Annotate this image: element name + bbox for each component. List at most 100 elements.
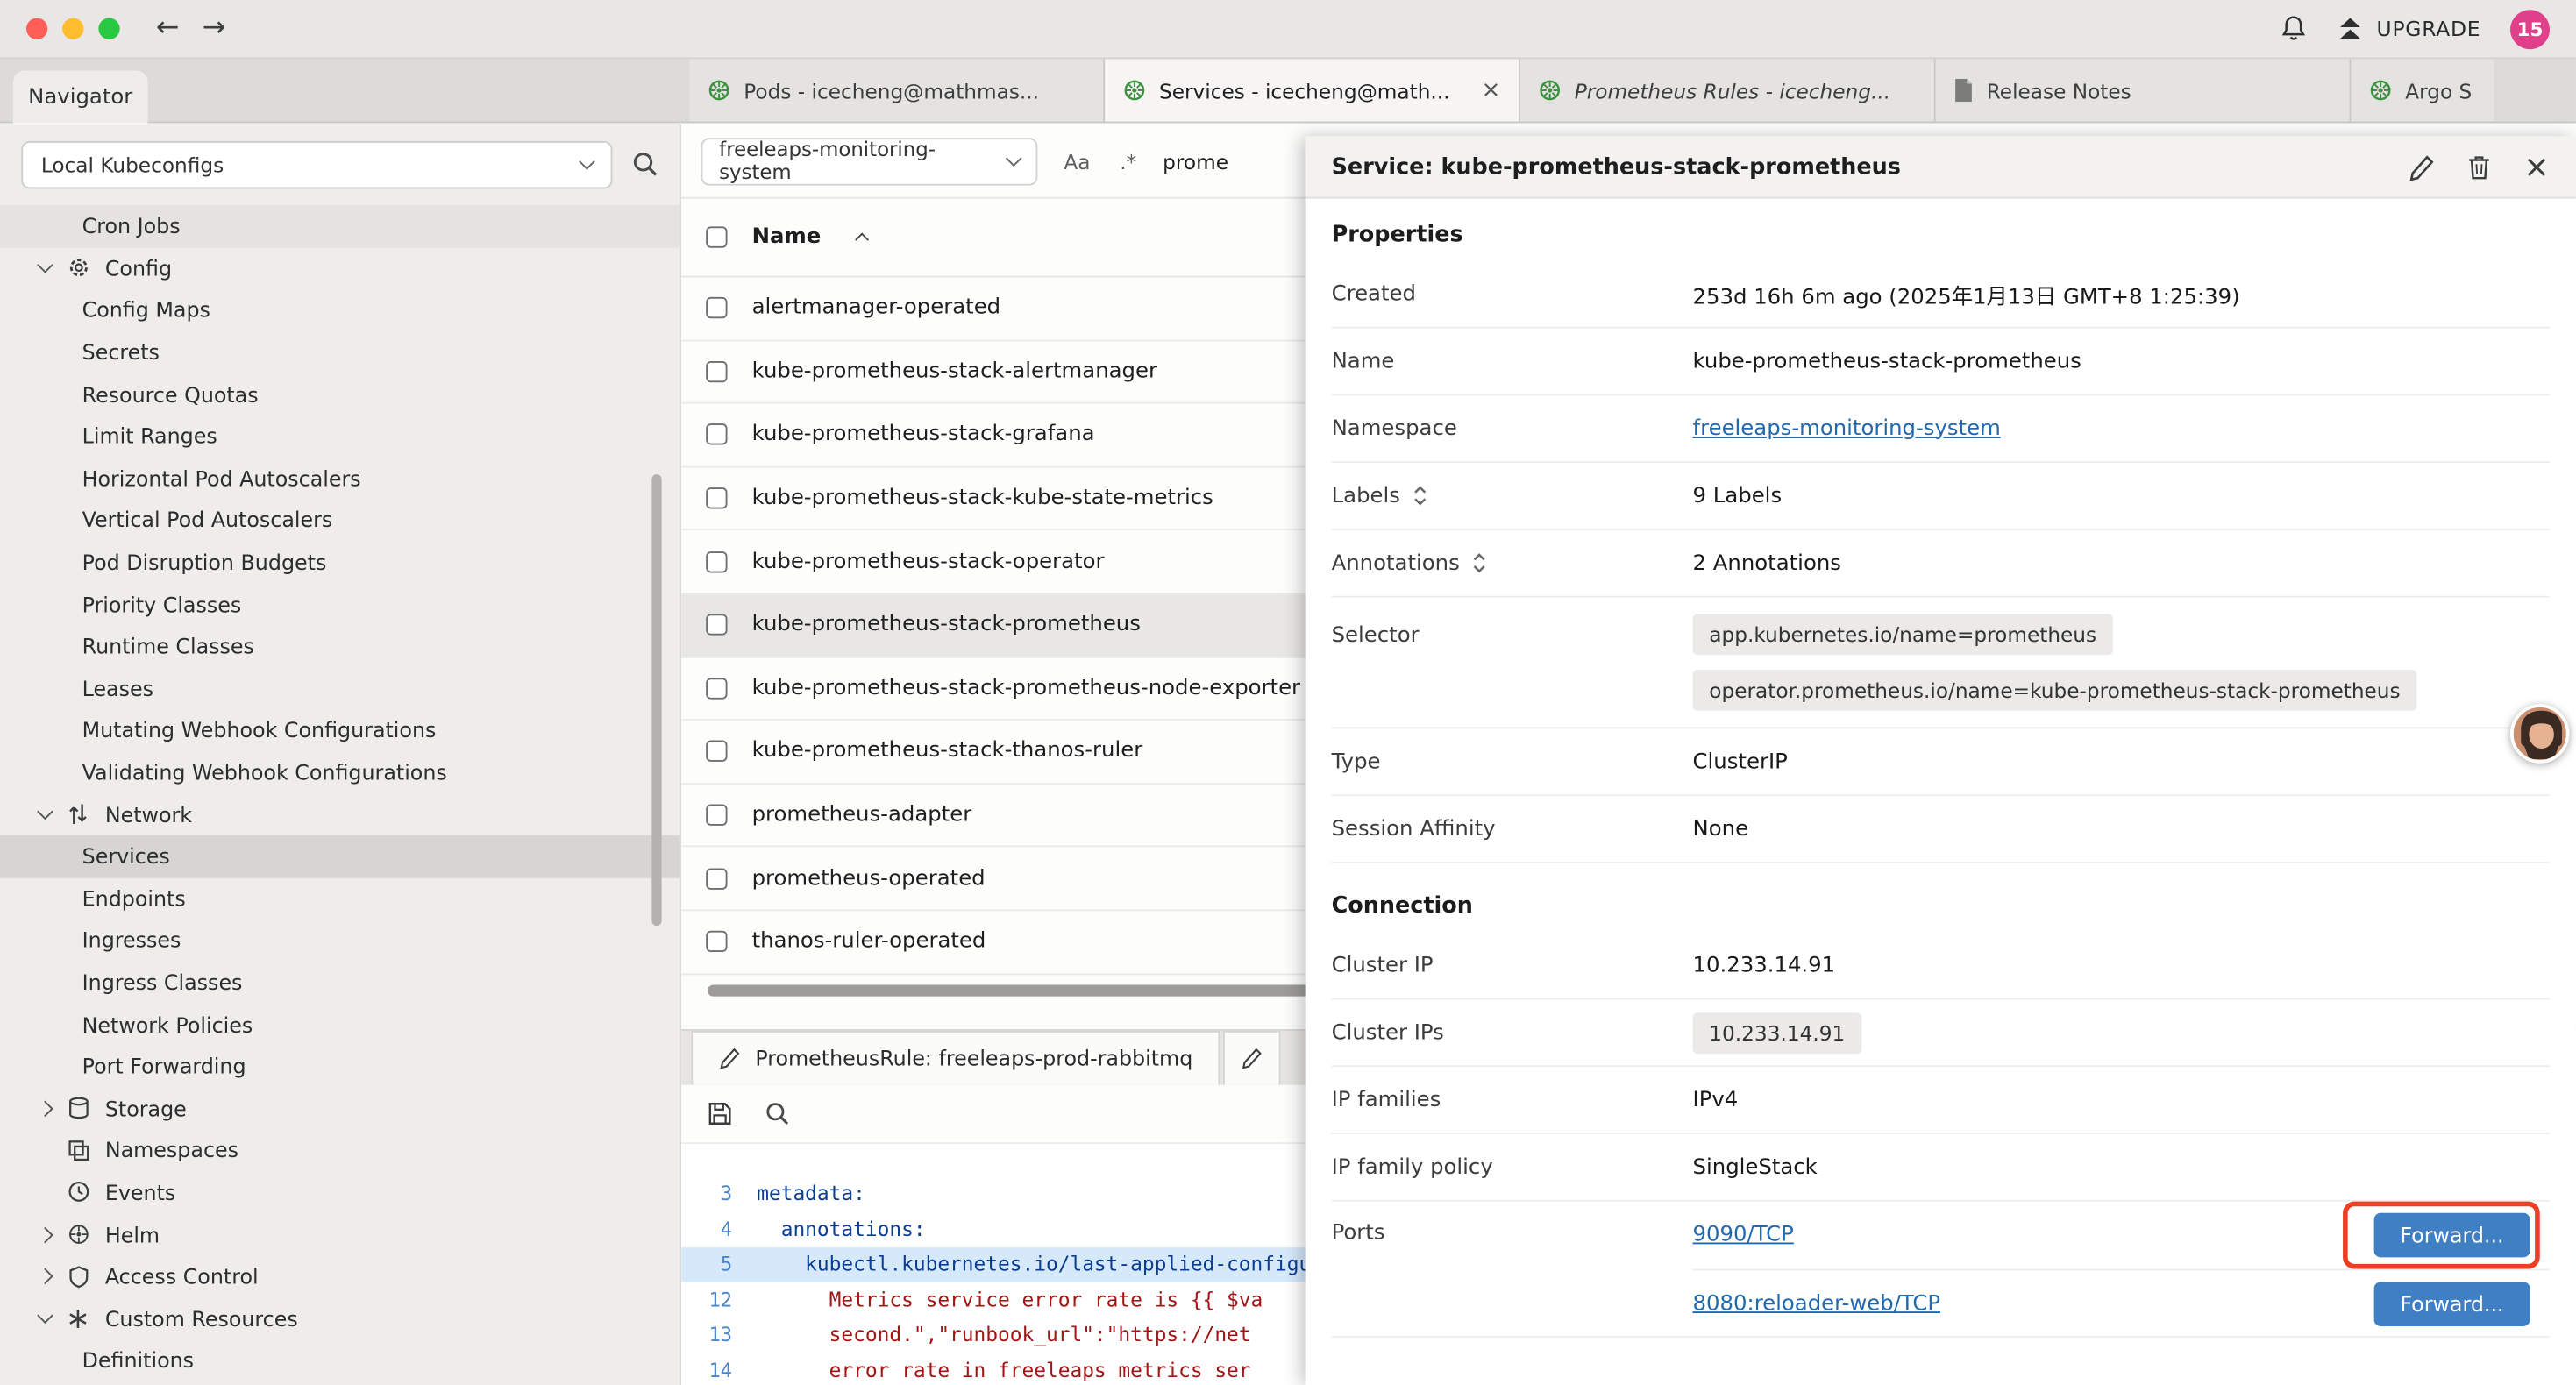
sidebar-item-label: Namespaces [105, 1138, 238, 1162]
tab-prometheus-rules[interactable]: Prometheus Rules - icecheng... [1520, 59, 1936, 121]
sidebar-item-network-policies[interactable]: Network Policies [0, 1004, 680, 1046]
sidebar-item-label: Config Maps [82, 298, 210, 323]
regex-toggle[interactable]: .* [1116, 146, 1139, 177]
sidebar-item-priority-classes[interactable]: Priority Classes [0, 583, 680, 625]
sidebar-item-config-maps[interactable]: Config Maps [0, 289, 680, 331]
sidebar-item-mutating-webhook-configurations[interactable]: Mutating Webhook Configurations [0, 709, 680, 751]
sidebar-item-definitions[interactable]: Definitions [0, 1339, 680, 1381]
sidebar-search-icon[interactable] [632, 151, 658, 177]
namespace-link[interactable]: freeleaps-monitoring-system [1693, 416, 2001, 441]
tab-services[interactable]: Services - icecheng@math... × [1105, 59, 1520, 121]
sidebar-item-events[interactable]: Events [0, 1171, 680, 1213]
sidebar-item-label: Access Control [105, 1264, 259, 1289]
row-value[interactable]: 2 Annotations [1693, 550, 1841, 575]
sidebar-item-horizontal-pod-autoscalers[interactable]: Horizontal Pod Autoscalers [0, 458, 680, 500]
row-value: SingleStack [1693, 1154, 1818, 1179]
row-checkbox[interactable] [706, 741, 727, 762]
tab-pods[interactable]: Pods - icecheng@mathmas... [689, 59, 1105, 121]
user-avatar[interactable] [2510, 704, 2569, 763]
namespace-selector[interactable]: freeleaps-monitoring-system [701, 137, 1038, 184]
upgrade-button[interactable]: UPGRADE [2336, 17, 2481, 41]
close-icon[interactable]: × [2523, 148, 2550, 184]
forward-button[interactable]: Forward... [2373, 1213, 2530, 1258]
sidebar-item-network[interactable]: Network [0, 793, 680, 835]
expand-collapse-icon[interactable] [1471, 551, 1488, 574]
sidebar-item-label: Leases [82, 676, 153, 700]
sidebar-item-ingress-classes[interactable]: Ingress Classes [0, 962, 680, 1004]
match-case-toggle[interactable]: Aa [1061, 146, 1094, 177]
name-column-header[interactable]: Name [752, 225, 822, 250]
helm-icon [64, 1223, 92, 1246]
sidebar-item-access-control[interactable]: Access Control [0, 1255, 680, 1297]
port-link[interactable]: 9090/TCP [1693, 1223, 1794, 1247]
close-tab-icon[interactable]: × [1481, 77, 1500, 103]
document-icon [1953, 79, 1973, 102]
sidebar-item-namespaces[interactable]: Namespaces [0, 1129, 680, 1171]
detail-row-ip-family-policy: IP family policy SingleStack [1332, 1134, 2550, 1202]
navigator-tab[interactable]: Navigator [13, 71, 148, 124]
sidebar-item-resource-quotas[interactable]: Resource Quotas [0, 373, 680, 416]
row-checkbox[interactable] [706, 868, 727, 889]
sidebar-item-pod-disruption-budgets[interactable]: Pod Disruption Budgets [0, 541, 680, 583]
row-value: kube-prometheus-stack-prometheus [1693, 349, 2081, 373]
sidebar-item-validating-webhook-configurations[interactable]: Validating Webhook Configurations [0, 751, 680, 793]
editor-search-icon[interactable] [765, 1101, 790, 1126]
row-checkbox[interactable] [706, 805, 727, 826]
edit-pencil-icon[interactable] [2409, 153, 2435, 180]
sidebar-item-services[interactable]: Services [0, 835, 680, 877]
sidebar-item-vertical-pod-autoscalers[interactable]: Vertical Pod Autoscalers [0, 500, 680, 542]
sidebar-item-port-forwarding[interactable]: Port Forwarding [0, 1046, 680, 1088]
sidebar-item-limit-ranges[interactable]: Limit Ranges [0, 416, 680, 458]
minimize-window-button[interactable] [62, 18, 83, 39]
tab-release-notes[interactable]: Release Notes [1936, 59, 2352, 121]
row-checkbox[interactable] [706, 931, 727, 952]
sidebar-item-storage[interactable]: Storage [0, 1087, 680, 1129]
kubeconfig-selector[interactable]: Local Kubeconfigs [21, 140, 612, 188]
port-link[interactable]: 8080:reloader-web/TCP [1693, 1291, 1941, 1316]
row-label: Cluster IP [1332, 953, 1693, 977]
save-icon[interactable] [708, 1101, 732, 1126]
select-all-checkbox[interactable] [706, 226, 727, 247]
sidebar-scrollbar[interactable] [651, 474, 661, 926]
dock-tab-label: PrometheusRule: freeleaps-prod-rabbitmq [755, 1046, 1192, 1070]
sidebar-item-label: Services [82, 844, 170, 869]
row-checkbox[interactable] [706, 487, 727, 508]
expand-collapse-icon[interactable] [1412, 484, 1428, 507]
search-input[interactable]: prome [1163, 148, 1228, 173]
notification-count-badge[interactable]: 15 [2510, 9, 2550, 48]
dock-tab-partial[interactable] [1224, 1030, 1282, 1084]
row-checkbox[interactable] [706, 551, 727, 572]
sidebar-item-leases[interactable]: Leases [0, 667, 680, 709]
sidebar-item-runtime-classes[interactable]: Runtime Classes [0, 625, 680, 667]
notifications-bell-icon[interactable] [2280, 15, 2306, 43]
zoom-window-button[interactable] [98, 18, 119, 39]
row-checkbox[interactable] [706, 361, 727, 382]
tab-argo[interactable]: Argo S [2351, 59, 2494, 121]
close-window-button[interactable] [26, 18, 47, 39]
sort-ascending-icon[interactable] [855, 232, 869, 246]
forward-button[interactable]: Forward... [2373, 1281, 2530, 1325]
sidebar-item-helm[interactable]: Helm [0, 1213, 680, 1255]
line-text: error rate in freeleaps metrics ser [757, 1359, 1250, 1381]
forward-button[interactable]: → [203, 15, 226, 43]
service-name: prometheus-operated [752, 866, 986, 891]
row-checkbox[interactable] [706, 678, 727, 699]
row-checkbox[interactable] [706, 424, 727, 445]
dock-tab-prometheusrule[interactable]: PrometheusRule: freeleaps-prod-rabbitmq [691, 1030, 1220, 1084]
storage-icon [64, 1097, 92, 1119]
sidebar-item-ingresses[interactable]: Ingresses [0, 920, 680, 962]
sidebar-item-config[interactable]: Config [0, 247, 680, 289]
row-value[interactable]: 9 Labels [1693, 483, 1783, 508]
row-checkbox[interactable] [706, 297, 727, 318]
sidebar-item-cron-jobs[interactable]: Cron Jobs [0, 205, 680, 247]
line-number: 14 [681, 1359, 757, 1381]
delete-trash-icon[interactable] [2468, 153, 2491, 180]
back-button[interactable]: ← [156, 15, 180, 43]
sidebar-item-label: Secrets [82, 340, 160, 365]
sidebar-item-custom-resources[interactable]: Custom Resources [0, 1297, 680, 1339]
sidebar-item-endpoints[interactable]: Endpoints [0, 877, 680, 920]
navigator-sidebar: Local Kubeconfigs Cron Jobs Config Confi… [0, 124, 681, 1385]
sidebar-item-secrets[interactable]: Secrets [0, 331, 680, 373]
row-checkbox[interactable] [706, 614, 727, 636]
sidebar-item-label: Ingress Classes [82, 970, 243, 995]
